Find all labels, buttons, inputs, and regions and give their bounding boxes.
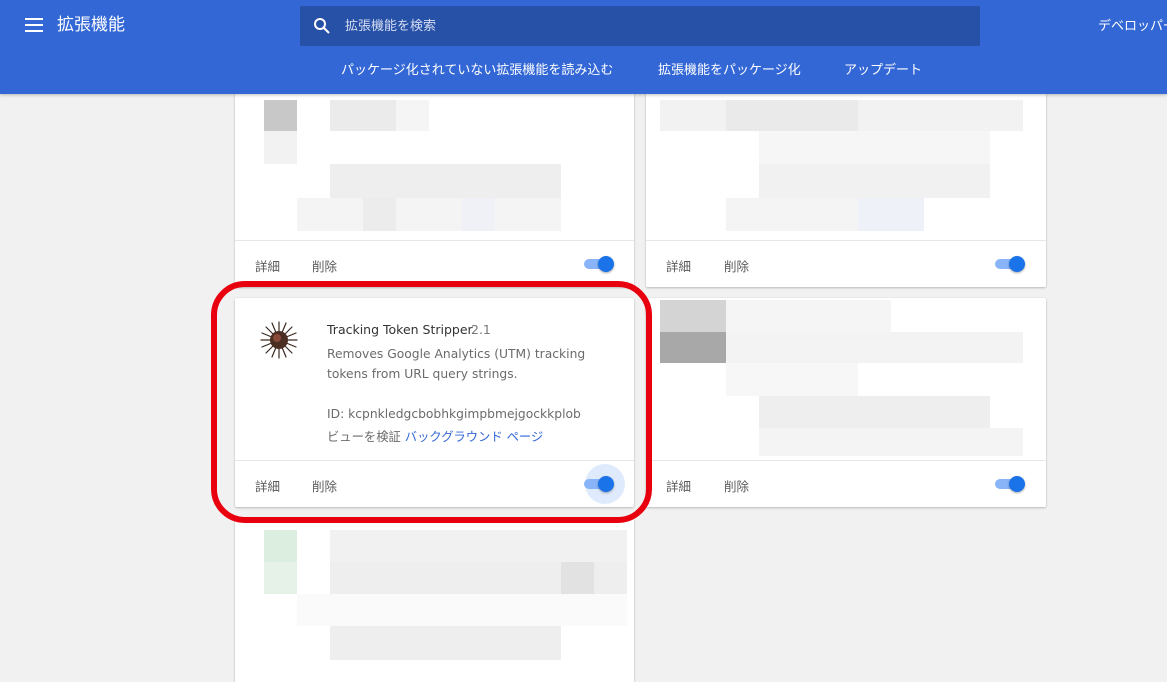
search-input[interactable] (345, 6, 965, 46)
menu-icon[interactable] (22, 14, 46, 36)
enable-toggle[interactable] (995, 256, 1027, 272)
card-footer: 詳細 削除 (235, 240, 634, 287)
search-box (300, 6, 980, 46)
card-footer: 詳細 削除 (646, 240, 1046, 287)
top-bar: 拡張機能 デベロッパー パッケージ化されていない拡張機能を読み込む 拡張機能をパ… (0, 0, 1167, 94)
details-button[interactable]: 詳細 (666, 476, 691, 495)
inspect-views-label: ビューを検証 (327, 430, 401, 444)
remove-button[interactable]: 削除 (724, 256, 749, 275)
remove-button[interactable]: 削除 (312, 256, 337, 275)
extension-version: 2.1 (471, 322, 491, 337)
extension-card-tracking-token-stripper: Tracking Token Stripper 2.1 Removes Goog… (235, 298, 634, 507)
sea-urchin-icon (257, 318, 301, 362)
extension-name: Tracking Token Stripper (327, 322, 473, 337)
enable-toggle[interactable] (584, 256, 616, 272)
extension-card-blurred: 詳細 削除 (646, 298, 1046, 507)
enable-toggle[interactable] (995, 476, 1027, 492)
enable-toggle[interactable] (584, 476, 616, 492)
details-button[interactable]: 詳細 (666, 256, 691, 275)
extension-card-blurred (235, 518, 634, 682)
extension-card-blurred: 詳細 削除 (646, 88, 1046, 287)
inspect-views: ビューを検証 バックグラウンド ページ (327, 427, 543, 445)
load-unpacked-button[interactable]: パッケージ化されていない拡張機能を読み込む (341, 60, 613, 82)
update-button[interactable]: アップデート (844, 60, 922, 82)
developer-mode-label[interactable]: デベロッパー (1098, 15, 1167, 34)
card-footer: 詳細 削除 (235, 460, 634, 507)
blurred-content (235, 518, 634, 682)
action-bar: パッケージ化されていない拡張機能を読み込む 拡張機能をパッケージ化 アップデート (0, 60, 1167, 86)
remove-button[interactable]: 削除 (312, 476, 337, 495)
remove-button[interactable]: 削除 (724, 476, 749, 495)
extension-description: Removes Google Analytics (UTM) tracking … (327, 347, 586, 381)
extension-id: ID: kcpnkledgcbobhkgimpbmejgockkplob (327, 407, 581, 421)
details-button[interactable]: 詳細 (255, 476, 280, 495)
card-footer: 詳細 削除 (646, 460, 1046, 507)
search-icon (314, 18, 330, 34)
pack-extension-button[interactable]: 拡張機能をパッケージ化 (658, 60, 801, 82)
page-title: 拡張機能 (57, 15, 125, 35)
extension-card-blurred: 詳細 削除 (235, 88, 634, 287)
background-page-link[interactable]: バックグラウンド ページ (405, 430, 543, 444)
details-button[interactable]: 詳細 (255, 256, 280, 275)
